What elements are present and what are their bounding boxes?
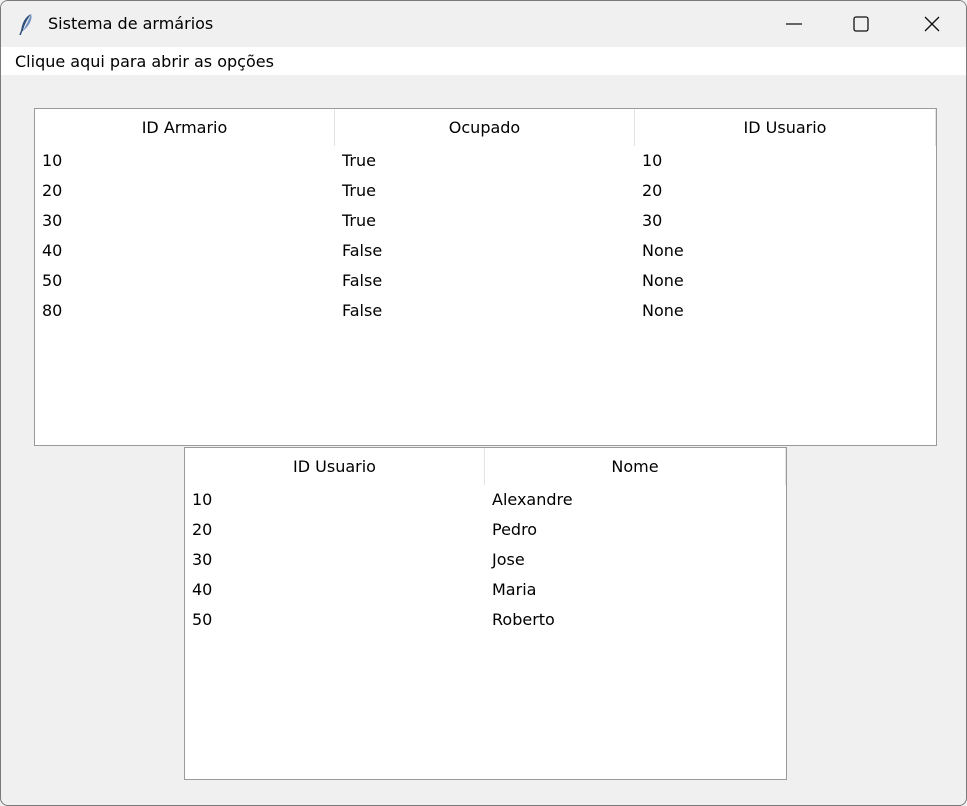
cell-id-armario: 20 — [42, 181, 63, 200]
column-header-id-usuario[interactable]: ID Usuario — [185, 448, 485, 485]
cell-ocupado: True — [342, 181, 376, 200]
cell-id-usuario: 50 — [192, 610, 213, 629]
options-menu[interactable]: Clique aqui para abrir as opções — [15, 52, 274, 72]
cell-nome: Pedro — [492, 520, 538, 539]
table-row[interactable]: 50 False None — [35, 266, 936, 296]
table-row[interactable]: 30 True 30 — [35, 206, 936, 236]
cell-id-usuario: 30 — [192, 550, 213, 569]
cell-ocupado: False — [342, 301, 383, 320]
cell-ocupado: True — [342, 211, 376, 230]
cell-id-usuario: 20 — [192, 520, 213, 539]
cell-nome: Roberto — [492, 610, 555, 629]
column-header-id-armario[interactable]: ID Armario — [35, 109, 335, 146]
cell-id-usuario: 10 — [642, 151, 663, 170]
feather-icon — [15, 12, 37, 36]
usuarios-table-header: ID Usuario Nome — [185, 448, 786, 485]
armarios-table-header: ID Armario Ocupado ID Usuario — [35, 109, 936, 146]
cell-ocupado: True — [342, 151, 376, 170]
cell-ocupado: False — [342, 241, 383, 260]
cell-id-armario: 80 — [42, 301, 63, 320]
cell-nome: Alexandre — [492, 490, 573, 509]
armarios-table-body: 10 True 10 20 True 20 30 True 30 40 Fals… — [35, 146, 936, 326]
table-row[interactable]: 10 True 10 — [35, 146, 936, 176]
table-row[interactable]: 80 False None — [35, 296, 936, 326]
cell-nome: Jose — [492, 550, 525, 569]
close-icon — [924, 16, 940, 32]
cell-id-usuario: 40 — [192, 580, 213, 599]
cell-id-usuario: None — [642, 301, 684, 320]
table-row[interactable]: 30 Jose — [185, 545, 786, 575]
table-row[interactable]: 50 Roberto — [185, 605, 786, 635]
close-button[interactable] — [896, 1, 966, 47]
minimize-button[interactable] — [758, 1, 830, 47]
maximize-icon — [853, 16, 869, 32]
column-header-ocupado[interactable]: Ocupado — [335, 109, 635, 146]
title-bar[interactable]: Sistema de armários — [1, 1, 966, 47]
cell-id-armario: 40 — [42, 241, 63, 260]
usuarios-table-body: 10 Alexandre 20 Pedro 30 Jose 40 Maria 5… — [185, 485, 786, 635]
table-row[interactable]: 10 Alexandre — [185, 485, 786, 515]
app-window: Sistema de armários Clique aqui para abr… — [0, 0, 967, 806]
maximize-button[interactable] — [825, 1, 897, 47]
minimize-icon — [786, 23, 802, 25]
armarios-table[interactable]: ID Armario Ocupado ID Usuario 10 True 10… — [34, 108, 937, 446]
cell-id-usuario: 30 — [642, 211, 663, 230]
menu-bar: Clique aqui para abrir as opções — [1, 47, 966, 75]
table-row[interactable]: 20 Pedro — [185, 515, 786, 545]
cell-id-usuario: 20 — [642, 181, 663, 200]
cell-nome: Maria — [492, 580, 537, 599]
column-header-id-usuario[interactable]: ID Usuario — [635, 109, 936, 146]
cell-id-usuario: 10 — [192, 490, 213, 509]
cell-id-armario: 30 — [42, 211, 63, 230]
table-row[interactable]: 40 False None — [35, 236, 936, 266]
cell-id-armario: 10 — [42, 151, 63, 170]
table-row[interactable]: 20 True 20 — [35, 176, 936, 206]
cell-ocupado: False — [342, 271, 383, 290]
column-header-nome[interactable]: Nome — [485, 448, 786, 485]
cell-id-armario: 50 — [42, 271, 63, 290]
cell-id-usuario: None — [642, 271, 684, 290]
cell-id-usuario: None — [642, 241, 684, 260]
table-row[interactable]: 40 Maria — [185, 575, 786, 605]
usuarios-table[interactable]: ID Usuario Nome 10 Alexandre 20 Pedro 30… — [184, 447, 787, 780]
window-title: Sistema de armários — [48, 14, 214, 33]
